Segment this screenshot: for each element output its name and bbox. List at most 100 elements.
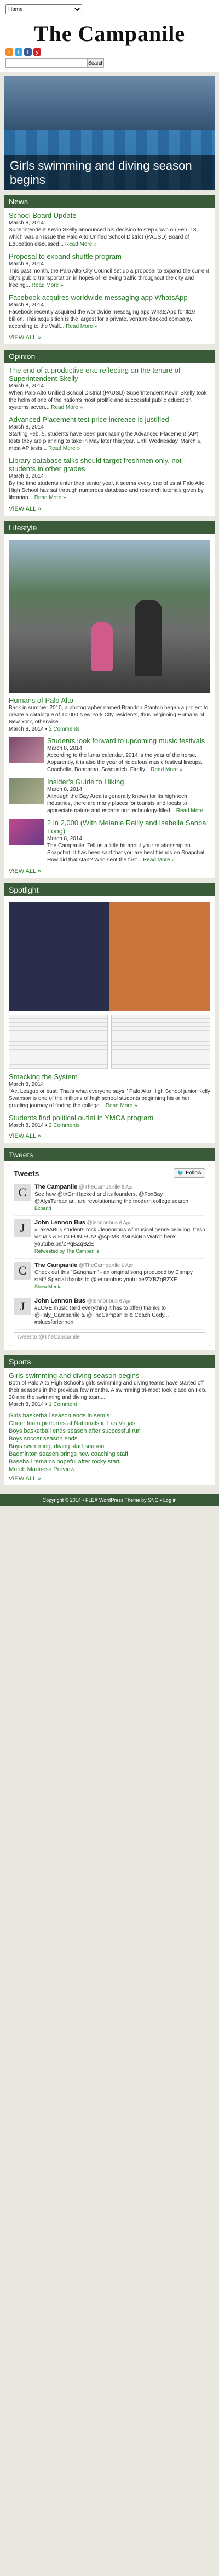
- story-date: March 8, 2014: [9, 1402, 44, 1408]
- story-title[interactable]: Students find political outlet in YMCA p…: [9, 1114, 210, 1122]
- story-date: March 8, 2014: [9, 220, 44, 226]
- comments-link[interactable]: 1 Comment: [49, 1402, 77, 1408]
- tweet-avatar[interactable]: C: [14, 1262, 31, 1280]
- lifestyle-story: Insider's Guide to Hiking March 8, 2014 …: [47, 778, 210, 814]
- tweet-avatar[interactable]: C: [14, 1184, 31, 1201]
- tweet-avatar[interactable]: J: [14, 1298, 31, 1315]
- excerpt-text: The Campanile: Tell us a little bit abou…: [47, 843, 206, 863]
- section-heading: Lifestyle: [4, 521, 215, 534]
- view-all-opinion-link[interactable]: VIEW ALL »: [9, 506, 210, 512]
- follow-button[interactable]: 🐦 Follow: [173, 1168, 205, 1178]
- site-logo[interactable]: The Campanile: [5, 22, 214, 46]
- story-title[interactable]: Proposal to expand shuttle program: [9, 252, 210, 261]
- read-more-link[interactable]: Read More »: [106, 1103, 137, 1109]
- read-more-link[interactable]: Read More »: [151, 767, 182, 773]
- sports-headline-link[interactable]: Girls basketball season ends in semis: [9, 1412, 210, 1420]
- story-title[interactable]: Girls swimming and diving season begins: [9, 1371, 210, 1380]
- comments-link[interactable]: 2 Comments: [49, 1122, 80, 1128]
- read-more-link[interactable]: Read More »: [48, 445, 80, 451]
- hero-caption[interactable]: Girls swimming and diving season begins: [4, 155, 215, 190]
- search-button[interactable]: Search: [88, 58, 104, 68]
- opinion-story: The end of a productive era: reflecting …: [9, 366, 210, 411]
- tweet-author-handle[interactable]: @lennonbus: [87, 1220, 118, 1226]
- sports-headline-link[interactable]: March Madness Preview: [9, 1466, 210, 1473]
- read-more-link[interactable]: Read More »: [143, 857, 175, 863]
- story-title[interactable]: School Board Update: [9, 211, 210, 219]
- read-more-link[interactable]: Read More »: [51, 404, 83, 410]
- story-title[interactable]: Students look forward to upcoming music …: [47, 737, 210, 745]
- story-thumbnail[interactable]: [9, 819, 44, 845]
- tweet[interactable]: J John Lennon Bus @lennonbus 6 Apr #TakeAB…: [14, 1216, 205, 1259]
- read-more-link[interactable]: Read More: [176, 808, 203, 814]
- story-date: March 8, 2014: [9, 726, 44, 732]
- story-title[interactable]: Humans of Palo Alto: [9, 696, 210, 704]
- tweet-author-name[interactable]: The Campanile: [34, 1262, 77, 1269]
- lifestyle-feature-story: Humans of Palo Alto Back in summer 2010,…: [9, 696, 210, 732]
- view-all-sports-link[interactable]: VIEW ALL »: [9, 1475, 210, 1482]
- tweet-time[interactable]: 6 Apr: [122, 1263, 133, 1268]
- spotlight-feature-graphic[interactable]: [9, 902, 210, 1011]
- view-all-news-link[interactable]: VIEW ALL »: [9, 334, 210, 341]
- story-title[interactable]: The end of a productive era: reflecting …: [9, 366, 210, 383]
- tweet-author-handle[interactable]: @TheCampanile: [79, 1263, 120, 1269]
- story-title[interactable]: 2 in 2,000 (With Melanie Reilly and Isab…: [47, 819, 210, 835]
- story-title[interactable]: Insider's Guide to Hiking: [47, 778, 210, 786]
- read-more-link[interactable]: Read More »: [66, 323, 97, 329]
- tweet-action[interactable]: Show Media: [34, 1283, 205, 1290]
- story-meta: March 8, 2014 • 2 Comments: [9, 726, 80, 732]
- lifestyle-feature-photo[interactable]: [9, 540, 210, 693]
- excerpt-text: Facebook recently acquired the worldwide…: [9, 309, 195, 329]
- tweet[interactable]: C The Campanile @TheCampanile 6 Apr Check …: [14, 1259, 205, 1294]
- view-all-lifestyle-link[interactable]: VIEW ALL »: [9, 868, 210, 875]
- rss-icon[interactable]: r: [5, 48, 13, 56]
- story-title[interactable]: Advanced Placement test price increase i…: [9, 415, 210, 424]
- tweet-action[interactable]: Retweeted by The Campanile: [34, 1248, 205, 1255]
- sports-headline-link[interactable]: Boys swimming, diving start season: [9, 1443, 210, 1450]
- tweet-time[interactable]: 6 Apr: [122, 1184, 133, 1190]
- tweet-list[interactable]: C The Campanile @TheCampanile 6 Apr See ho…: [14, 1180, 205, 1330]
- tweet-author-handle[interactable]: @TheCampanile: [79, 1184, 120, 1190]
- newspaper-pages-image[interactable]: [9, 1015, 210, 1069]
- comments-link[interactable]: 2 Comments: [49, 726, 80, 732]
- sports-headline-list: Girls basketball season ends in semis Che…: [9, 1412, 210, 1473]
- section-select[interactable]: Home: [5, 4, 82, 14]
- story-thumbnail[interactable]: [9, 778, 44, 804]
- sports-headline-link[interactable]: Baseball remains hopeful after rocky sta…: [9, 1458, 210, 1466]
- story-thumbnail[interactable]: [9, 737, 44, 763]
- read-more-link[interactable]: Read More »: [65, 241, 97, 247]
- tweet[interactable]: J John Lennon Bus @lennonbus 6 Apr #LOVE m…: [14, 1294, 205, 1330]
- twitter-widget-header: Tweets 🐦 Follow: [14, 1168, 205, 1180]
- sports-headline-link[interactable]: Boys soccer season ends: [9, 1435, 210, 1443]
- view-all-spotlight-link[interactable]: VIEW ALL »: [9, 1133, 210, 1139]
- section-heading: Spotlight: [4, 883, 215, 896]
- tweet-author-name[interactable]: The Campanile: [34, 1184, 77, 1190]
- sports-headline-item: Baseball remains hopeful after rocky sta…: [9, 1458, 210, 1466]
- masthead: The Campanile rtfy Search: [0, 20, 219, 72]
- facebook-icon[interactable]: f: [24, 48, 32, 56]
- story-excerpt: According to the lunar calendar, 2014 is…: [47, 752, 210, 773]
- tweet-to-input[interactable]: Tweet to @TheCampanile: [14, 1332, 205, 1342]
- story-title[interactable]: Library database talks should target fre…: [9, 456, 210, 473]
- search-input[interactable]: [5, 58, 88, 68]
- tweet[interactable]: C The Campanile @TheCampanile 6 Apr See ho…: [14, 1180, 205, 1216]
- sports-headline-link[interactable]: Cheer team performs at Nationals in Las …: [9, 1420, 210, 1427]
- tweet-time[interactable]: 6 Apr: [119, 1298, 131, 1304]
- hero-image[interactable]: Girls swimming and diving season begins: [4, 76, 215, 190]
- sports-headline-link[interactable]: Boys basketball ends season after succes…: [9, 1427, 210, 1435]
- tweet-author-handle[interactable]: @lennonbus: [87, 1298, 118, 1304]
- tweet-action[interactable]: Expand: [34, 1205, 205, 1212]
- story-meta: March 8, 2014 • 2 Comments: [9, 1122, 80, 1128]
- youtube-icon[interactable]: y: [33, 48, 41, 56]
- tweet-time[interactable]: 6 Apr: [119, 1220, 131, 1225]
- tweet-author-name[interactable]: John Lennon Bus: [34, 1219, 85, 1226]
- sports-headline-link[interactable]: Badminton season brings new coaching sta…: [9, 1450, 210, 1458]
- tweet-avatar[interactable]: J: [14, 1219, 31, 1237]
- story-title[interactable]: Facebook acquires worldwide messaging ap…: [9, 293, 210, 302]
- lifestyle-story: Students look forward to upcoming music …: [47, 737, 210, 773]
- twitter-icon[interactable]: t: [15, 48, 22, 56]
- tweet-author-name[interactable]: John Lennon Bus: [34, 1298, 85, 1304]
- story-title[interactable]: Smacking the System: [9, 1073, 210, 1081]
- read-more-link[interactable]: Read More »: [34, 495, 66, 501]
- read-more-link[interactable]: Read More »: [32, 282, 64, 288]
- sports-headline-item: Badminton season brings new coaching sta…: [9, 1450, 210, 1458]
